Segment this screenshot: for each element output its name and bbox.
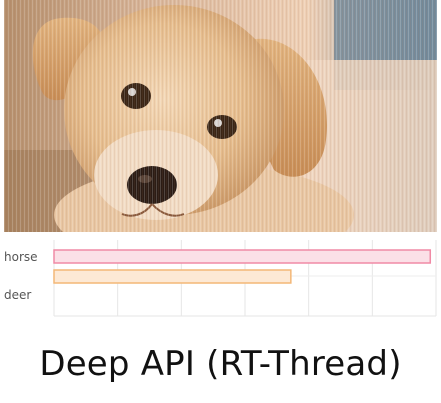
bar-deer [53,269,292,284]
prediction-chart: horse deer [0,238,441,322]
page-title: Deep API (RT-Thread) [39,344,402,384]
puppy-photo [4,0,437,232]
category-label-horse: horse [4,250,38,264]
bar-horse [53,249,432,264]
bar-chart-svg: horse deer [4,240,437,317]
category-label-deer: deer [4,288,31,302]
puppy-image [4,0,437,232]
